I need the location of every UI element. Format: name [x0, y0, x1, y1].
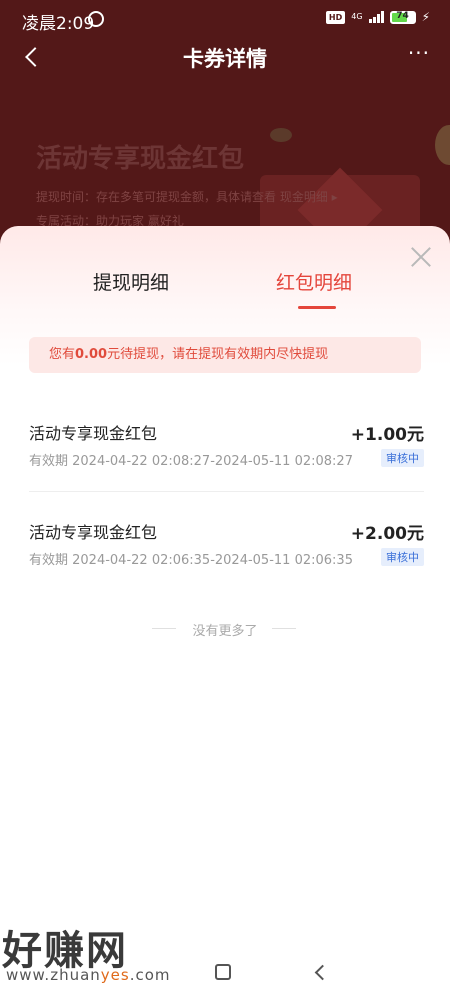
- item-amount: +2.00元: [350, 524, 424, 544]
- page-title: 卡券详情: [183, 47, 267, 71]
- home-button-icon[interactable]: [215, 964, 231, 980]
- detail-sheet: 提现明细 红包明细 您有0.00元待提现，请在提现有效期内尽快提现 活动专享现金…: [0, 226, 450, 1000]
- item-validity: 有效期 2024-04-22 02:06:35-2024-05-11 02:06…: [29, 553, 353, 568]
- alarm-icon: [88, 11, 104, 27]
- no-more-text: 没有更多了: [192, 624, 258, 639]
- watermark-url: www.zhuanyes.com: [6, 966, 171, 984]
- divider-right: [272, 628, 296, 629]
- navigation-bar: 卡券详情 ···: [0, 38, 450, 78]
- divider: [29, 491, 424, 492]
- signal-icon: [368, 11, 384, 23]
- coin-decoration-small: [270, 128, 292, 142]
- notice-prefix: 您有: [49, 347, 76, 362]
- watermark-url-prefix: www.zhuan: [6, 966, 101, 984]
- charging-icon: ⚡: [421, 10, 430, 24]
- more-options-icon[interactable]: ···: [408, 43, 430, 63]
- watermark-url-suffix: .com: [129, 966, 171, 984]
- battery-level: 74: [396, 10, 409, 21]
- tab-redpacket-detail[interactable]: 红包明细: [276, 268, 352, 295]
- hd-icon: HD: [325, 10, 346, 24]
- tab-withdraw-detail[interactable]: 提现明细: [93, 268, 169, 295]
- status-badge: 审核中: [381, 548, 424, 566]
- status-time: 凌晨2:09: [22, 14, 95, 34]
- notice-suffix: 元待提现，请在提现有效期内尽快提现: [107, 347, 329, 362]
- item-title: 活动专享现金红包: [29, 424, 158, 443]
- item-title: 活动专享现金红包: [29, 523, 158, 542]
- list-item[interactable]: 活动专享现金红包 +1.00元 有效期 2024-04-22 02:08:27-…: [29, 420, 424, 480]
- item-amount: +1.00元: [350, 425, 424, 445]
- status-bar: 凌晨2:09 HD 4G 74 ⚡: [0, 0, 450, 38]
- list-item[interactable]: 活动专享现金红包 +2.00元 有效期 2024-04-22 02:06:35-…: [29, 519, 424, 579]
- pending-withdraw-notice: 您有0.00元待提现，请在提现有效期内尽快提现: [29, 337, 421, 373]
- close-icon[interactable]: [410, 246, 432, 268]
- active-tab-indicator: [298, 306, 336, 309]
- watermark-url-highlight: yes: [100, 966, 130, 984]
- network-type: 4G: [351, 12, 363, 21]
- coin-decoration: [435, 125, 450, 165]
- coupon-title: 活动专享现金红包: [36, 144, 245, 174]
- battery-icon: 74: [389, 10, 416, 24]
- status-badge: 审核中: [381, 449, 424, 467]
- status-indicators: HD 4G 74 ⚡: [325, 10, 430, 24]
- withdraw-time-info: 提现时间：存在多笔可提现金额，具体请查看 现金明细 ▸: [36, 190, 338, 204]
- item-validity: 有效期 2024-04-22 02:08:27-2024-05-11 02:08…: [29, 454, 353, 469]
- notice-amount: 0.00: [75, 347, 108, 362]
